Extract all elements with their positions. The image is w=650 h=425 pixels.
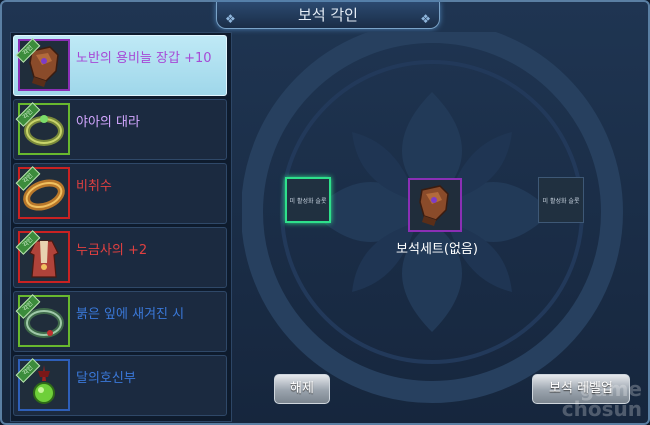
ornament-left-icon: ❖ <box>225 12 236 26</box>
item-slot: 각인 <box>15 102 70 155</box>
gem-engrave-window: ❖ 보석 각인 ❖ 각인 노반의 용비늘 장갑 +10 각인 야아의 대라 각인… <box>0 0 650 425</box>
window-title: 보석 각인 <box>298 6 358 24</box>
item-slot: 각인 <box>15 166 70 219</box>
watermark-line2: chosun <box>561 397 642 421</box>
watermark: game chosun <box>562 379 642 419</box>
engrave-target-slot[interactable] <box>408 178 462 232</box>
list-item[interactable]: 각인 노반의 용비늘 장갑 +10 <box>13 35 227 96</box>
item-list: 각인 노반의 용비늘 장갑 +10 각인 야아의 대라 각인 비취수 각인 누금… <box>10 32 232 422</box>
list-item[interactable]: 각인 누금사의 +2 <box>13 227 227 288</box>
list-item[interactable]: 각인 달의호신부 <box>13 355 227 416</box>
list-item[interactable]: 각인 야아의 대라 <box>13 99 227 160</box>
item-name: 노반의 용비늘 장갑 +10 <box>76 51 212 66</box>
list-item[interactable]: 각인 붉은 잎에 새겨진 시 <box>13 291 227 352</box>
window-title-bar: ❖ 보석 각인 ❖ <box>216 2 440 29</box>
active-gem-slot[interactable]: 미 활성화 슬롯 <box>285 177 331 223</box>
engrave-area: 미 활성화 슬롯 미 활성화 슬롯 보석세트(없음) 해제 보석 레벨업 <box>242 32 644 420</box>
item-name: 야아의 대라 <box>76 115 140 130</box>
ornament-right-icon: ❖ <box>420 12 431 26</box>
gauntlet-icon <box>419 185 449 226</box>
item-name: 붉은 잎에 새겨진 시 <box>76 307 185 322</box>
inactive-gem-slot[interactable]: 미 활성화 슬롯 <box>538 177 584 223</box>
item-name: 비취수 <box>76 179 112 194</box>
item-name: 누금사의 +2 <box>76 243 148 258</box>
item-slot: 각인 <box>15 230 70 283</box>
release-button[interactable]: 해제 <box>274 374 330 404</box>
list-item[interactable]: 각인 비취수 <box>13 163 227 224</box>
item-slot: 각인 <box>15 294 70 347</box>
item-slot: 각인 <box>15 38 70 91</box>
item-slot: 각인 <box>15 358 70 411</box>
gem-set-label: 보석세트(없음) <box>396 242 478 257</box>
item-name: 달의호신부 <box>76 371 136 386</box>
watermark-line1: game <box>579 377 642 401</box>
